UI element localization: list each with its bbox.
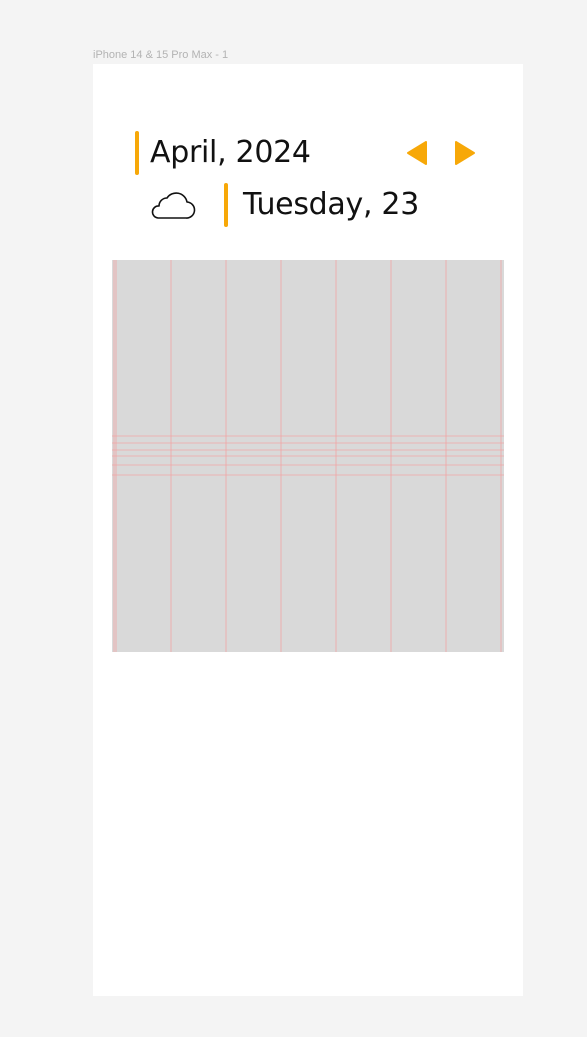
selected-day-title: Tuesday, 23 xyxy=(243,187,419,222)
triangle-right-icon xyxy=(455,141,475,165)
prev-month-button[interactable] xyxy=(405,140,429,166)
month-accent-bar xyxy=(135,131,139,175)
layout-grid-overlay xyxy=(112,260,504,652)
calendar-grid-placeholder xyxy=(112,260,504,652)
day-accent-bar xyxy=(224,183,228,227)
triangle-left-icon xyxy=(407,141,427,165)
month-year-title: April, 2024 xyxy=(150,135,311,170)
frame-label: iPhone 14 & 15 Pro Max - 1 xyxy=(93,49,229,61)
weather-indicator xyxy=(148,188,196,222)
phone-frame: April, 2024 Tuesday, 23 xyxy=(93,64,523,996)
cloud-icon xyxy=(151,192,196,219)
next-month-button[interactable] xyxy=(453,140,477,166)
